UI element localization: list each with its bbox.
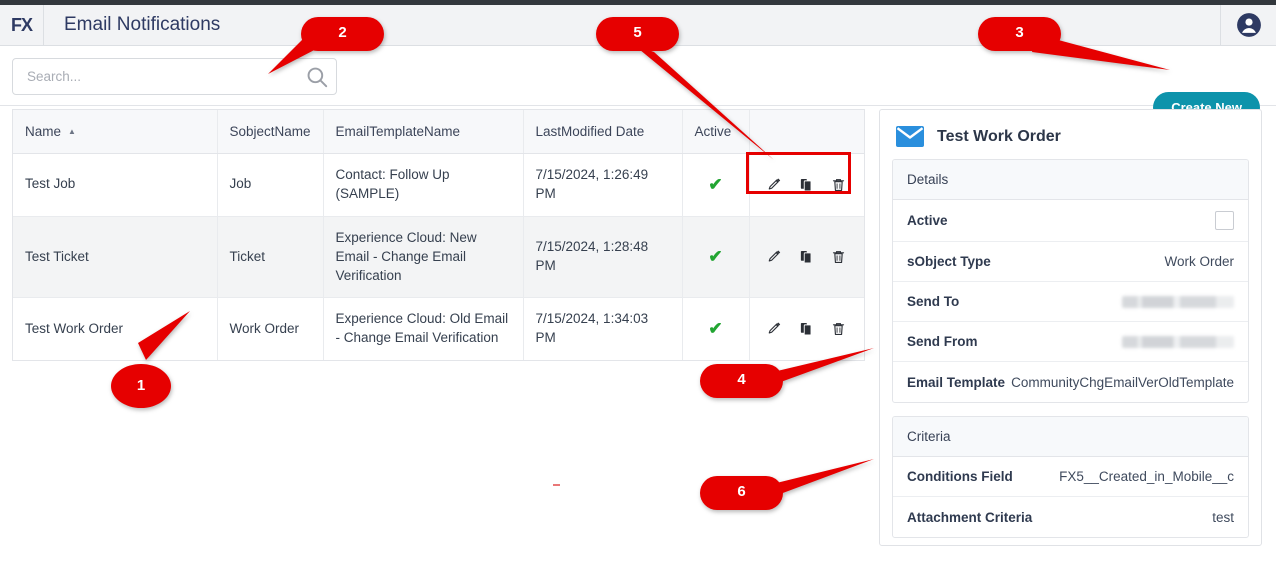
callout-2-number: 2 <box>338 24 347 41</box>
fx-logo-text: FX <box>10 14 33 35</box>
cell-lastmodified-date: 7/15/2024, 1:28:48 PM <box>523 216 683 299</box>
field-send-to: Send To <box>893 282 1248 322</box>
field-attachment-criteria-value: test <box>1212 509 1234 525</box>
callout-6: 6 <box>696 455 881 515</box>
field-conditions-field-value: FX5__Created_in_Mobile__c <box>1059 469 1234 484</box>
details-card-heading: Details <box>893 160 1248 200</box>
detail-panel-title: Test Work Order <box>937 127 1061 145</box>
clone-icon[interactable] <box>799 321 814 337</box>
active-checkbox[interactable] <box>1215 211 1234 230</box>
cell-emailtemplatename: Experience Cloud: Old Email - Change Ema… <box>323 297 524 361</box>
callout-4: 4 <box>696 345 881 403</box>
user-account-button[interactable] <box>1220 5 1276 45</box>
envelope-icon <box>896 126 924 147</box>
cell-actions <box>749 216 864 299</box>
stray-mark <box>553 484 560 486</box>
field-send-from-value-redacted <box>1122 335 1234 348</box>
field-send-from-label: Send From <box>907 334 978 349</box>
cell-lastmodified-date: 7/15/2024, 1:34:03 PM <box>523 297 683 361</box>
column-header-name[interactable]: Name ▲ <box>13 110 218 154</box>
detail-panel: Test Work Order Details Active sObject T… <box>879 109 1262 546</box>
active-check-icon: ✔ <box>708 174 723 194</box>
delete-icon[interactable] <box>831 249 846 265</box>
active-check-icon: ✔ <box>708 247 723 267</box>
criteria-card: Criteria Conditions Field FX5__Created_i… <box>892 416 1249 538</box>
detail-panel-header: Test Work Order <box>892 120 1249 159</box>
column-header-sobjectname[interactable]: SobjectName <box>217 110 324 154</box>
field-email-template: Email Template CommunityChgEmailVerOldTe… <box>893 362 1248 402</box>
cell-emailtemplatename: Experience Cloud: New Email - Change Ema… <box>323 216 524 299</box>
field-send-from: Send From <box>893 322 1248 362</box>
callout-1: 1 <box>108 305 218 425</box>
clone-icon[interactable] <box>799 249 814 265</box>
field-active: Active <box>893 200 1248 242</box>
field-active-label: Active <box>907 213 948 228</box>
cell-active: ✔ <box>682 216 750 299</box>
field-conditions-field: Conditions Field FX5__Created_in_Mobile_… <box>893 457 1248 497</box>
callout-3-number: 3 <box>1015 24 1024 41</box>
callout-4-number: 4 <box>737 371 746 388</box>
field-send-to-label: Send To <box>907 294 960 309</box>
edit-icon[interactable] <box>767 249 782 265</box>
clone-icon[interactable] <box>799 177 814 193</box>
cell-sobjectname: Work Order <box>217 297 324 361</box>
table-row[interactable]: Test Ticket Ticket Experience Cloud: New… <box>13 216 864 299</box>
edit-icon[interactable] <box>767 177 782 193</box>
callout-5: 5 <box>592 12 782 167</box>
callout-3: 3 <box>970 12 1180 82</box>
field-send-to-value-redacted <box>1122 295 1234 308</box>
cell-name: Test Ticket <box>13 216 218 299</box>
field-attachment-criteria-label: Attachment Criteria <box>907 509 1033 525</box>
field-attachment-criteria: Attachment Criteria test <box>893 497 1248 537</box>
callout-2: 2 <box>258 12 388 84</box>
cell-emailtemplatename: Contact: Follow Up (SAMPLE) <box>323 153 524 217</box>
active-check-icon: ✔ <box>708 319 723 339</box>
cell-sobjectname: Ticket <box>217 216 324 299</box>
field-sobject-type: sObject Type Work Order <box>893 242 1248 282</box>
page-title: Email Notifications <box>64 14 221 35</box>
column-header-name-label: Name <box>25 124 62 139</box>
callout-6-number: 6 <box>737 483 746 500</box>
field-email-template-label: Email Template <box>907 374 1006 390</box>
delete-icon[interactable] <box>831 321 846 337</box>
criteria-card-heading: Criteria <box>893 417 1248 457</box>
details-card: Details Active sObject Type Work Order S… <box>892 159 1249 403</box>
field-sobject-type-value: Work Order <box>1164 254 1234 269</box>
fx-logo[interactable]: FX <box>0 5 44 45</box>
sort-ascending-icon[interactable]: ▲ <box>68 127 76 136</box>
edit-icon[interactable] <box>767 321 782 337</box>
field-conditions-field-label: Conditions Field <box>907 469 1013 484</box>
cell-sobjectname: Job <box>217 153 324 217</box>
cell-name: Test Job <box>13 153 218 217</box>
user-account-icon <box>1236 13 1261 37</box>
field-sobject-type-label: sObject Type <box>907 254 991 269</box>
column-header-emailtemplatename[interactable]: EmailTemplateName <box>323 110 524 154</box>
field-email-template-value: CommunityChgEmailVerOldTemplate <box>1011 374 1234 390</box>
callout-5-number: 5 <box>633 24 642 41</box>
delete-icon[interactable] <box>831 177 846 193</box>
callout-1-number: 1 <box>136 377 146 394</box>
